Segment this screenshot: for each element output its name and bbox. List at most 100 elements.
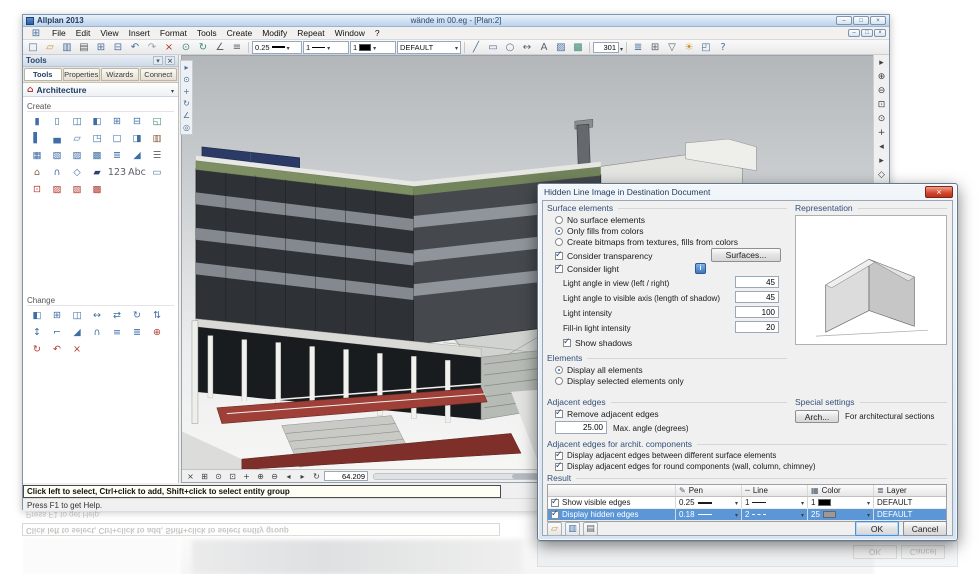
- radio-create-bitmaps[interactable]: Create bitmaps from textures, fills from…: [555, 237, 738, 247]
- line-tool-icon[interactable]: ╱: [468, 41, 484, 54]
- layer-cell[interactable]: DEFAULT: [874, 497, 946, 508]
- rotate-icon[interactable]: ↻: [183, 99, 190, 108]
- result-row-visible-edges[interactable]: Show visible edges 0.25 1 1: [548, 497, 946, 509]
- zoom-section-icon[interactable]: ⊡: [226, 471, 239, 482]
- zoom-icon[interactable]: ⊙: [183, 75, 190, 84]
- menu-item[interactable]: Edit: [71, 28, 96, 38]
- print-icon[interactable]: ▤: [76, 41, 92, 54]
- modify-wall-tool[interactable]: ◧: [27, 308, 47, 323]
- pen-thickness-select[interactable]: 0.25: [252, 40, 302, 54]
- beam-tool[interactable]: ▄: [47, 131, 67, 146]
- circle-tool-icon[interactable]: ○: [502, 41, 518, 54]
- refresh-icon[interactable]: ↻: [195, 41, 211, 54]
- view-next-icon[interactable]: ▸: [879, 156, 884, 167]
- menu-item[interactable]: Create: [222, 28, 258, 38]
- color-cell[interactable]: 1: [808, 497, 874, 508]
- fill-tool[interactable]: ▩: [87, 182, 107, 197]
- light-angle-view-field[interactable]: [735, 276, 779, 288]
- zoom-in-icon[interactable]: ⊕: [878, 72, 886, 83]
- line-type-select[interactable]: 1: [303, 40, 349, 54]
- app-titlebar[interactable]: Allplan 2013 wände im 00.eg - [Plan:2] –…: [23, 15, 889, 27]
- layer-cell[interactable]: DEFAULT: [874, 509, 946, 520]
- view-next-icon[interactable]: ▸: [296, 471, 309, 482]
- trim-tool[interactable]: ⌐: [47, 325, 67, 340]
- pin-icon[interactable]: ▾: [153, 56, 163, 65]
- views-icon[interactable]: ◰: [698, 41, 714, 54]
- tab-properties[interactable]: Properties: [62, 68, 100, 81]
- smart-opening-tool[interactable]: ◱: [147, 114, 167, 129]
- header-color[interactable]: ▦ Color: [808, 485, 874, 496]
- window-tool[interactable]: ⊞: [107, 114, 127, 129]
- rotate-tool[interactable]: ↻: [127, 308, 147, 323]
- wall-tool[interactable]: ▮: [27, 114, 47, 129]
- undo-icon[interactable]: ↶: [127, 41, 143, 54]
- close-button[interactable]: ×: [874, 29, 886, 37]
- menu-item[interactable]: Insert: [124, 28, 155, 38]
- railing-tool[interactable]: ☰: [147, 148, 167, 163]
- delete-icon[interactable]: ×: [161, 41, 177, 54]
- radio-only-fills-from-colors[interactable]: Only fills from colors: [555, 226, 644, 236]
- menu-item[interactable]: Tools: [192, 28, 222, 38]
- move-tool[interactable]: ⇅: [147, 308, 167, 323]
- radio-display-all-elements[interactable]: Display all elements: [555, 365, 643, 375]
- skylight-tool[interactable]: ◇: [67, 165, 87, 180]
- close-view-icon[interactable]: ×: [184, 471, 197, 482]
- save-icon[interactable]: ▥: [59, 41, 75, 54]
- zoom-in-icon[interactable]: ⊕: [254, 471, 267, 482]
- room-tool[interactable]: ⊡: [27, 182, 47, 197]
- view-3d-icon[interactable]: ◇: [878, 170, 885, 181]
- door-tool[interactable]: ◧: [87, 114, 107, 129]
- minimize-button[interactable]: –: [836, 16, 852, 25]
- mirror-tool[interactable]: ⇄: [107, 308, 127, 323]
- menu-item[interactable]: View: [95, 28, 123, 38]
- text-tool[interactable]: Abc: [127, 165, 147, 180]
- hatch-tool-icon[interactable]: ▨: [553, 41, 569, 54]
- modify-height-tool[interactable]: ↕: [27, 325, 47, 340]
- align-tool[interactable]: ≣: [127, 325, 147, 340]
- options-icon[interactable]: ≡: [229, 41, 245, 54]
- header-pen[interactable]: ✎ Pen: [676, 485, 742, 496]
- checkbox-icon[interactable]: [551, 509, 559, 519]
- radio-display-selected-only[interactable]: Display selected elements only: [555, 376, 684, 386]
- light-angle-axis-field[interactable]: [735, 291, 779, 303]
- grid-icon[interactable]: ⊞: [198, 471, 211, 482]
- check-consider-transparency[interactable]: Consider transparency: [555, 250, 653, 261]
- view-prev-icon[interactable]: ◂: [879, 142, 884, 153]
- measure-icon[interactable]: ∠: [212, 41, 228, 54]
- menu-item[interactable]: Window: [330, 28, 370, 38]
- print-button[interactable]: ▤: [583, 522, 598, 536]
- dimension-tool-icon[interactable]: ↔: [519, 41, 535, 54]
- menu-item[interactable]: Modify: [257, 28, 292, 38]
- fillet-tool[interactable]: ∩: [87, 325, 107, 340]
- ramp-tool[interactable]: ◢: [127, 148, 147, 163]
- category-select[interactable]: ⌂ Architecture: [23, 83, 178, 97]
- slab-tool[interactable]: ▱: [67, 131, 87, 146]
- layer-select[interactable]: DEFAULT: [397, 40, 461, 54]
- view-prev-icon[interactable]: ◂: [282, 471, 295, 482]
- arch-button[interactable]: Arch...: [795, 410, 839, 423]
- light-info-button[interactable]: [695, 263, 706, 274]
- check-remove-adjacent-edges[interactable]: Remove adjacent edges: [555, 408, 659, 419]
- raster-tool[interactable]: ▨: [67, 148, 87, 163]
- zoom-all-icon[interactable]: ⊙: [878, 114, 886, 125]
- menu-item[interactable]: ?: [370, 28, 385, 38]
- line-cell[interactable]: 2: [742, 509, 808, 520]
- double-wall-tool[interactable]: ◫: [67, 114, 87, 129]
- header-layer[interactable]: ≣ Layer: [874, 485, 946, 496]
- convert-tool[interactable]: ⊕: [147, 325, 167, 340]
- zoom-out-icon[interactable]: ⊖: [878, 86, 886, 97]
- stretch-tool[interactable]: ↔: [87, 308, 107, 323]
- split-wall-tool[interactable]: ◫: [67, 308, 87, 323]
- max-angle-field[interactable]: [555, 421, 607, 434]
- copy-icon[interactable]: ⊞: [93, 41, 109, 54]
- pen-cell[interactable]: 0.18: [676, 509, 742, 520]
- minimize-button[interactable]: –: [848, 29, 860, 37]
- stair-tool[interactable]: ≣: [107, 148, 127, 163]
- mesh-tool[interactable]: ▧: [47, 148, 67, 163]
- label-tool[interactable]: ▭: [147, 165, 167, 180]
- measure-icon[interactable]: ∠: [183, 111, 190, 120]
- restore-tool[interactable]: ↶: [47, 342, 67, 357]
- chimney-tool[interactable]: ▥: [147, 131, 167, 146]
- tab-tools[interactable]: Tools: [24, 68, 62, 81]
- check-show-shadows[interactable]: Show shadows: [563, 337, 632, 348]
